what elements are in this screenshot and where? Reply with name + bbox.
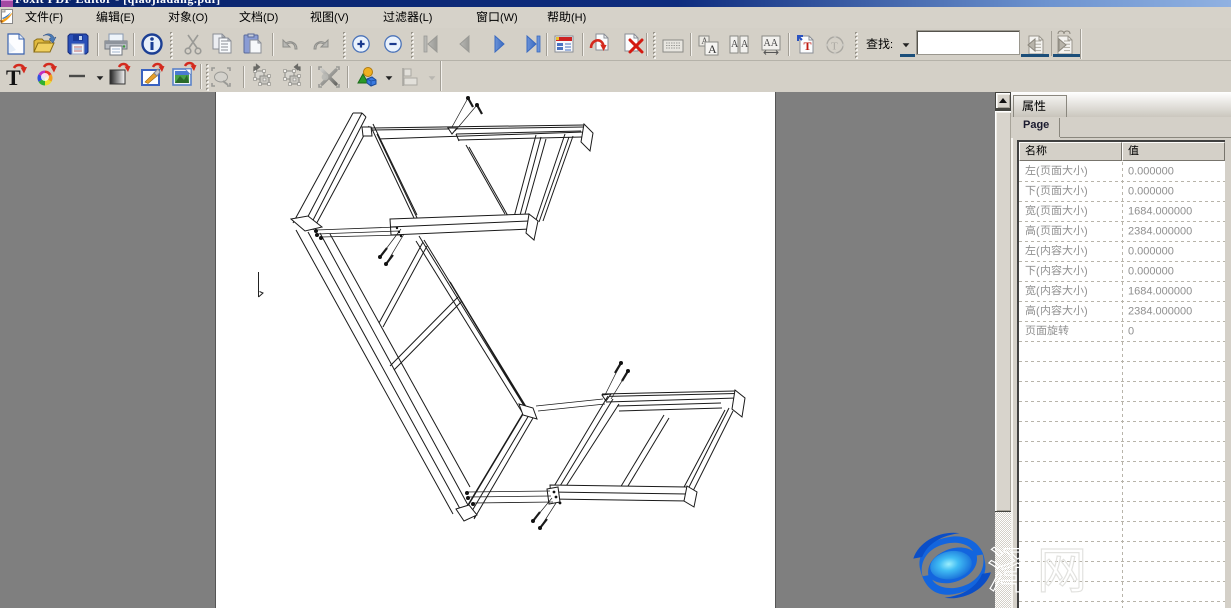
svg-text:(: ( — [1036, 185, 1040, 197]
svg-text:0.000000: 0.000000 — [1128, 266, 1174, 278]
svg-text:T: T — [804, 39, 812, 53]
svg-text:A: A — [731, 39, 739, 50]
svg-text:2384.000000: 2384.000000 — [1128, 226, 1192, 238]
svg-text:): ) — [1084, 225, 1088, 237]
svg-text:): ) — [1084, 185, 1088, 197]
svg-text:): ) — [1084, 305, 1088, 317]
svg-text::: : — [890, 39, 893, 51]
svg-text:0.000000: 0.000000 — [1128, 166, 1174, 178]
svg-text:(: ( — [1036, 285, 1040, 297]
svg-text:T: T — [6, 65, 21, 90]
svg-text:0.000000: 0.000000 — [1128, 246, 1174, 258]
svg-text:2384.000000: 2384.000000 — [1128, 306, 1192, 318]
svg-text:): ) — [1084, 265, 1088, 277]
svg-text:(: ( — [1036, 205, 1040, 217]
svg-text:A: A — [741, 39, 749, 50]
svg-text:1684.000000: 1684.000000 — [1128, 206, 1192, 218]
svg-text:): ) — [1084, 165, 1088, 177]
svg-text:T: T — [831, 41, 838, 53]
svg-text:0: 0 — [1128, 326, 1134, 338]
svg-text:1684.000000: 1684.000000 — [1128, 286, 1192, 298]
svg-text:(: ( — [1036, 225, 1040, 237]
svg-text:(: ( — [1036, 245, 1040, 257]
svg-text:0.000000: 0.000000 — [1128, 186, 1174, 198]
svg-text:(: ( — [1036, 305, 1040, 317]
svg-text:Page: Page — [1023, 119, 1049, 131]
svg-text:(: ( — [1036, 165, 1040, 177]
svg-text:AA: AA — [764, 38, 779, 49]
svg-text:): ) — [1084, 285, 1088, 297]
svg-text:(: ( — [1036, 265, 1040, 277]
svg-text:A: A — [708, 42, 717, 56]
svg-text:): ) — [1084, 245, 1088, 257]
svg-text:): ) — [1084, 205, 1088, 217]
